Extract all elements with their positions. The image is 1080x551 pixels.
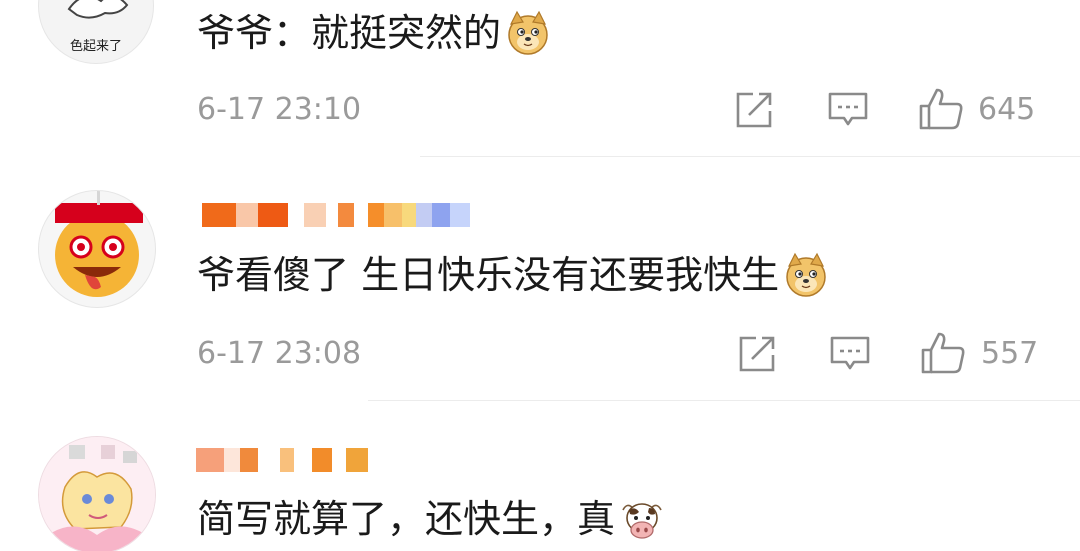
comment-text-content: 简写就算了，还快生，真 (197, 497, 616, 541)
divider (368, 400, 1080, 401)
username-redacted[interactable] (202, 203, 470, 227)
thumbs-up-icon[interactable] (920, 330, 966, 376)
avatar[interactable] (38, 190, 156, 308)
comment-time: 6-17 23:10 (197, 92, 362, 127)
avatar[interactable] (38, 436, 156, 551)
cow-emoji (622, 503, 662, 539)
doge-emoji (508, 10, 548, 55)
doge-emoji (786, 252, 826, 297)
repost-icon[interactable] (733, 89, 775, 131)
thumbs-up-icon[interactable] (918, 86, 964, 132)
divider (420, 156, 1080, 157)
comment-icon[interactable] (829, 333, 871, 375)
comment-text: 爷看傻了 生日快乐没有还要我快生 (197, 252, 829, 298)
comment-text: 简写就算了，还快生，真 (197, 496, 665, 542)
comment-icon[interactable] (827, 89, 869, 131)
avatar[interactable]: 色起来了 (38, 0, 154, 64)
comment-text-content: 爷看傻了 生日快乐没有还要我快生 (197, 253, 780, 297)
like-count: 557 (981, 336, 1039, 371)
repost-icon[interactable] (736, 333, 778, 375)
like-count: 645 (978, 92, 1036, 127)
username-redacted[interactable] (196, 448, 368, 472)
comment-time: 6-17 23:08 (197, 336, 362, 371)
comment-list: 色起来了 爷爷：就挺突然的 6-17 23:10 645 爷看傻了 生日快乐没有… (0, 0, 1080, 551)
comment-text: 爷爷：就挺突然的 (197, 10, 551, 56)
avatar-caption: 色起来了 (69, 39, 122, 54)
comment-text-content: 爷爷：就挺突然的 (197, 11, 502, 55)
